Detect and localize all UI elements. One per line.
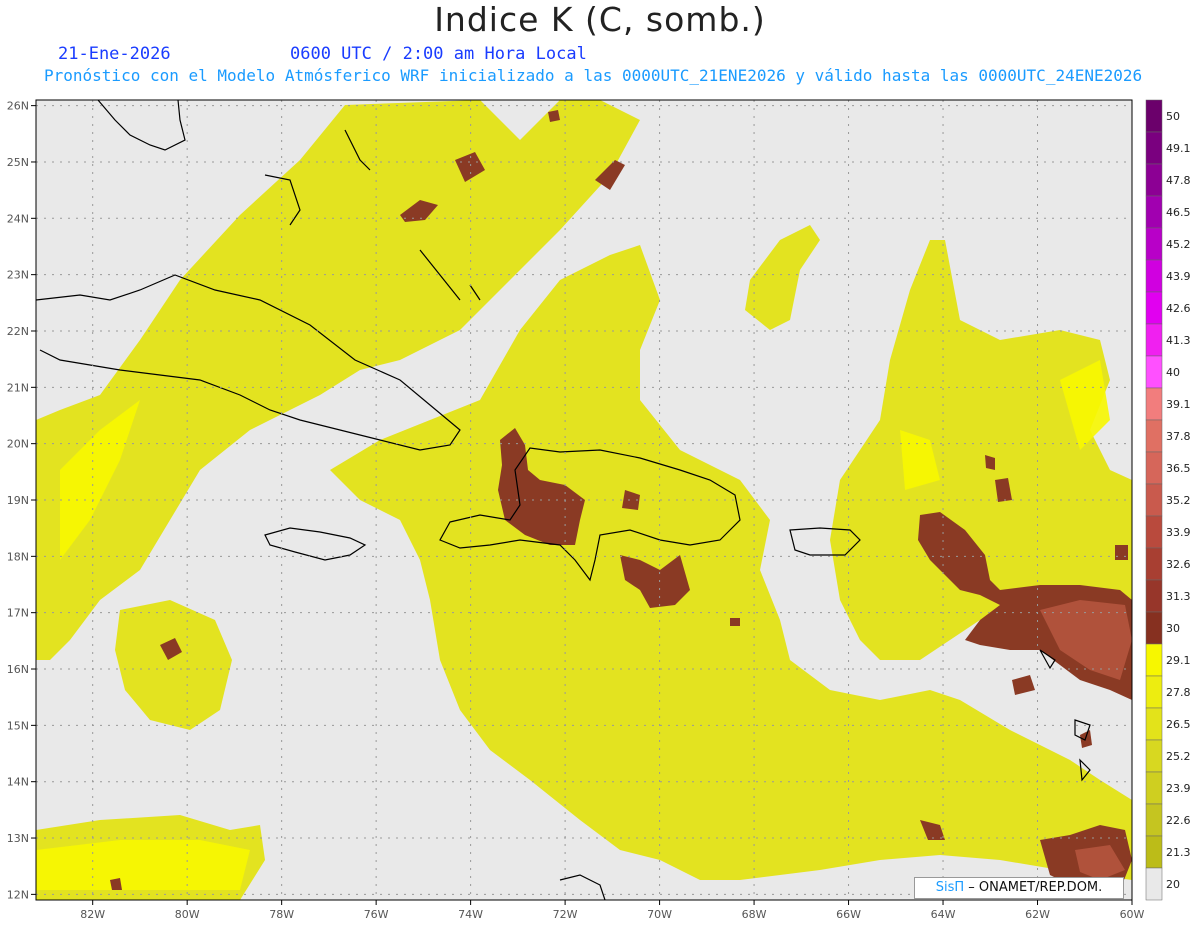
lat-tick-label: 25N bbox=[7, 156, 29, 169]
lon-tick-label: 78W bbox=[269, 908, 294, 921]
colorbar-label: 30 bbox=[1166, 622, 1180, 635]
colorbar-label: 25.2 bbox=[1166, 750, 1191, 763]
colorbar-swatch bbox=[1145, 99, 1163, 133]
lon-tick-label: 76W bbox=[364, 908, 389, 921]
colorbar-swatch bbox=[1145, 579, 1163, 613]
colorbar-label: 33.9 bbox=[1166, 526, 1191, 539]
lat-tick-label: 14N bbox=[7, 776, 29, 789]
colorbar-swatch bbox=[1145, 483, 1163, 517]
colorbar-swatch bbox=[1145, 835, 1163, 869]
colorbar-swatch bbox=[1145, 675, 1163, 709]
credit-org: – ONAMET/REP.DOM. bbox=[964, 880, 1103, 895]
lat-tick-label: 12N bbox=[7, 888, 29, 901]
colorbar-label: 49.1 bbox=[1166, 142, 1191, 155]
region-s-blob-5 bbox=[730, 618, 740, 626]
colorbar-label: 22.6 bbox=[1166, 814, 1191, 827]
lat-tick-label: 18N bbox=[7, 550, 29, 563]
colorbar-label: 42.6 bbox=[1166, 302, 1191, 315]
lat-tick-label: 21N bbox=[7, 381, 29, 394]
colorbar-swatch bbox=[1145, 131, 1163, 165]
lon-tick-label: 60W bbox=[1120, 908, 1145, 921]
colorbar-label: 41.3 bbox=[1166, 334, 1191, 347]
lat-tick-label: 15N bbox=[7, 719, 29, 732]
colorbar-label: 27.8 bbox=[1166, 686, 1191, 699]
lat-tick-label: 20N bbox=[7, 438, 29, 451]
colorbar-label: 35.2 bbox=[1166, 494, 1191, 507]
lon-tick-label: 70W bbox=[647, 908, 672, 921]
colorbar-swatch bbox=[1145, 739, 1163, 773]
colorbar-swatch bbox=[1145, 419, 1163, 453]
credit-sis: SisΠ bbox=[935, 880, 965, 895]
region-s-blob-6 bbox=[1115, 545, 1128, 560]
region-s-blob-3 bbox=[548, 110, 560, 122]
colorbar-swatch bbox=[1145, 867, 1163, 901]
colorbar-swatch bbox=[1145, 611, 1163, 645]
colorbar-swatch bbox=[1145, 803, 1163, 837]
lat-tick-label: 13N bbox=[7, 832, 29, 845]
colorbar-swatch bbox=[1145, 707, 1163, 741]
colorbar-swatch bbox=[1145, 291, 1163, 325]
colorbar-swatch bbox=[1145, 547, 1163, 581]
lon-tick-label: 62W bbox=[1025, 908, 1050, 921]
colorbar-swatch bbox=[1145, 323, 1163, 357]
lat-tick-label: 24N bbox=[7, 212, 29, 225]
colorbar-label: 40 bbox=[1166, 366, 1180, 379]
colorbar-swatch bbox=[1145, 643, 1163, 677]
colorbar-label: 46.5 bbox=[1166, 206, 1191, 219]
colorbar-label: 31.3 bbox=[1166, 590, 1191, 603]
colorbar-swatch bbox=[1145, 771, 1163, 805]
colorbar-label: 37.8 bbox=[1166, 430, 1191, 443]
lat-tick-label: 16N bbox=[7, 663, 29, 676]
colorbar-label: 21.3 bbox=[1166, 846, 1191, 859]
lon-tick-label: 80W bbox=[175, 908, 200, 921]
colorbar-label: 32.6 bbox=[1166, 558, 1191, 571]
colorbar-label: 45.2 bbox=[1166, 238, 1191, 251]
colorbar: 50 49.1 47.8 46.5 45.2 43.9 42.6 41.3 40 39.1 37.8… bbox=[1145, 99, 1191, 901]
lat-axis: 26N 25N 24N 23N 22N 21N 20N 19N 18N 17N 16N 15N 14N 1… bbox=[7, 100, 36, 901]
lon-tick-label: 66W bbox=[836, 908, 861, 921]
lon-tick-label: 64W bbox=[931, 908, 956, 921]
colorbar-label: 26.5 bbox=[1166, 718, 1191, 731]
lat-tick-label: 22N bbox=[7, 325, 29, 338]
lon-axis: 82W 80W 78W 76W 74W 72W 70W 68W 66W 64W 62W 60W bbox=[80, 900, 1145, 921]
colorbar-label: 29.1 bbox=[1166, 654, 1191, 667]
colorbar-swatch bbox=[1145, 195, 1163, 229]
colorbar-swatch bbox=[1145, 515, 1163, 549]
colorbar-label: 20 bbox=[1166, 878, 1180, 891]
colorbar-swatch bbox=[1145, 259, 1163, 293]
colorbar-label: 43.9 bbox=[1166, 270, 1191, 283]
colorbar-swatch bbox=[1145, 163, 1163, 197]
colorbar-swatch bbox=[1145, 227, 1163, 261]
lon-tick-label: 68W bbox=[742, 908, 767, 921]
colorbar-swatch bbox=[1145, 451, 1163, 485]
colorbar-label: 39.1 bbox=[1166, 398, 1191, 411]
lon-tick-label: 74W bbox=[458, 908, 483, 921]
colorbar-label: 23.9 bbox=[1166, 782, 1191, 795]
colorbar-label: 47.8 bbox=[1166, 174, 1191, 187]
lat-tick-label: 19N bbox=[7, 494, 29, 507]
k-index-map: 82W 80W 78W 76W 74W 72W 70W 68W 66W 64W 62W 60W 26N… bbox=[7, 99, 1191, 921]
lat-tick-label: 26N bbox=[7, 100, 29, 113]
lon-tick-label: 72W bbox=[553, 908, 578, 921]
colorbar-label: 36.5 bbox=[1166, 462, 1191, 475]
credit-box: SisΠ – ONAMET/REP.DOM. bbox=[914, 877, 1124, 899]
colorbar-swatch bbox=[1145, 387, 1163, 421]
lon-tick-label: 82W bbox=[80, 908, 105, 921]
colorbar-label: 50 bbox=[1166, 110, 1180, 123]
colorbar-swatch bbox=[1145, 355, 1163, 389]
lat-tick-label: 23N bbox=[7, 269, 29, 282]
lat-tick-label: 17N bbox=[7, 607, 29, 620]
region-s-blob-4 bbox=[110, 878, 122, 890]
